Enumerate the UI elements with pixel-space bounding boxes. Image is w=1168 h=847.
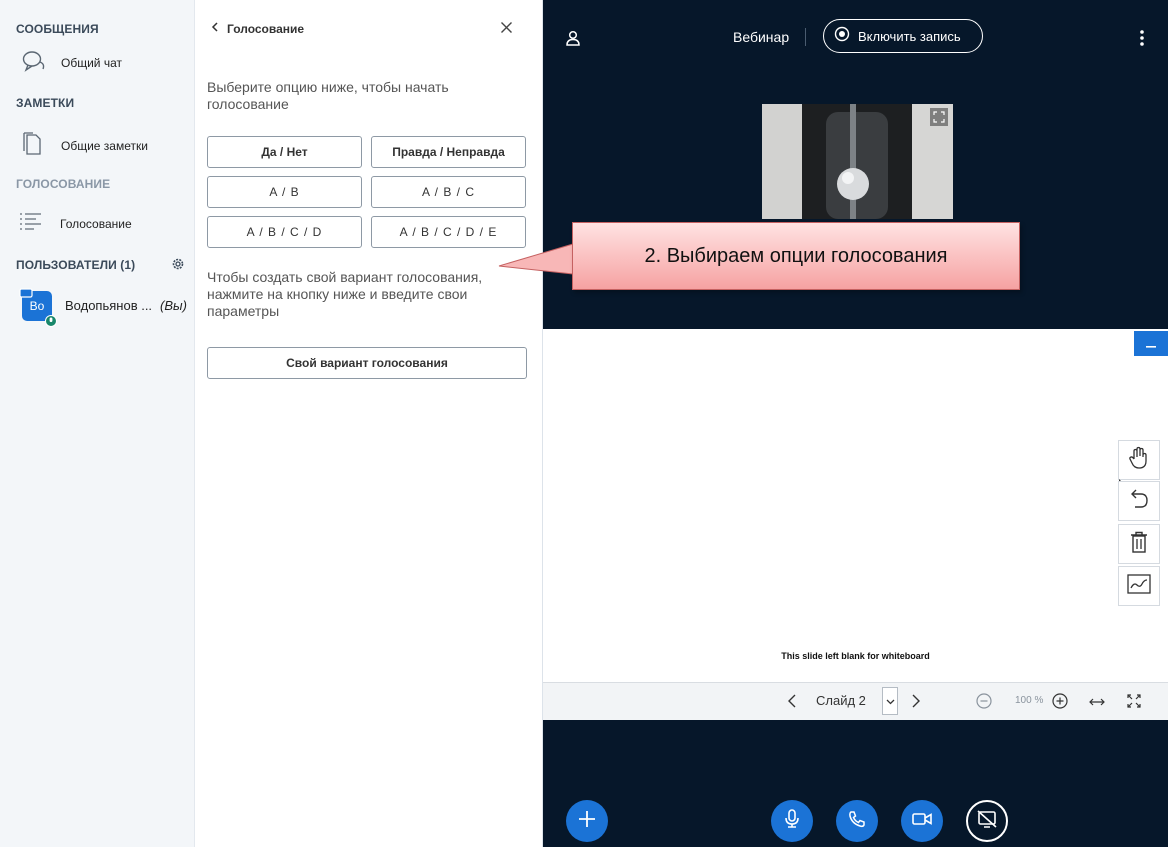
you-label: (Вы): [160, 298, 187, 313]
previous-slide-icon[interactable]: [787, 694, 797, 713]
polling-section-title: ГОЛОСОВАНИЕ: [16, 177, 111, 191]
presentation-toolbar: Слайд 2 100 %: [543, 682, 1168, 720]
multi-user-whiteboard-button[interactable]: [1118, 566, 1160, 606]
notes-section-title: ЗАМЕТКИ: [16, 96, 75, 110]
slide-selector-label[interactable]: Слайд 2: [816, 693, 866, 708]
sidebar-item-label: Голосование: [60, 216, 132, 231]
user-icon[interactable]: [565, 30, 581, 51]
phone-button[interactable]: [836, 800, 878, 842]
gear-icon[interactable]: [170, 256, 186, 277]
pan-tool-button[interactable]: [1118, 440, 1160, 486]
poll-option-abc[interactable]: A / B / C: [371, 176, 526, 208]
sidebar-item-shared-notes[interactable]: Общие заметки: [22, 132, 148, 159]
custom-poll-button[interactable]: Свой вариант голосования: [207, 347, 527, 379]
microphone-button[interactable]: [771, 800, 813, 842]
phone-icon: [848, 810, 866, 833]
callout-annotation: 2. Выбираем опции голосования: [572, 222, 1020, 290]
sidebar-item-label: Общие заметки: [61, 138, 148, 153]
blank-slide-text: This slide left blank for whiteboard: [781, 651, 930, 661]
sidebar-item-polling[interactable]: Голосование: [20, 212, 132, 235]
users-section-title: ПОЛЬЗОВАТЕЛИ (1): [16, 258, 136, 272]
poll-intro-text: Выберите опцию ниже, чтобы начать голосо…: [207, 79, 449, 112]
minus-icon: [1146, 335, 1156, 353]
webcam-video[interactable]: [762, 104, 953, 219]
chevron-down-icon: [886, 692, 895, 710]
camera-button[interactable]: [901, 800, 943, 842]
sidebar-item-label: Общий чат: [61, 55, 122, 70]
navbar: Вебинар Включить запись: [543, 0, 1168, 75]
callout-text: 2. Выбираем опции голосования: [644, 244, 948, 267]
chat-icon: [22, 50, 46, 75]
close-icon[interactable]: [500, 21, 513, 39]
poll-option-abcd[interactable]: A / B / C / D: [207, 216, 362, 248]
actions-plus-button[interactable]: [566, 800, 608, 842]
video-camera-icon: [912, 812, 932, 831]
zoom-level: 100 %: [1015, 695, 1044, 706]
chart-line-icon: [1127, 573, 1151, 599]
poll-header-title: Голосование: [227, 22, 305, 36]
user-name: Водопьянов ...: [65, 298, 153, 313]
poll-back-button[interactable]: Голосование: [209, 20, 304, 38]
navbar-divider: [805, 28, 806, 46]
poll-option-true-false[interactable]: Правда / Неправда: [371, 136, 526, 168]
plus-icon: [578, 810, 596, 833]
list-icon: [20, 212, 42, 235]
minimize-presentation-button[interactable]: [1134, 331, 1168, 356]
presenter-icon: [19, 287, 33, 305]
user-list-item[interactable]: Во Водопьянов ... (Вы): [19, 287, 197, 332]
sidebar-item-public-chat[interactable]: Общий чат: [22, 50, 122, 75]
fit-to-width-icon[interactable]: [1089, 695, 1105, 713]
zoom-out-icon[interactable]: [976, 693, 992, 714]
chevron-left-icon: [209, 20, 221, 38]
screen-share-off-icon: [977, 809, 997, 833]
screen-share-button[interactable]: [966, 800, 1008, 842]
meeting-title: Вебинар: [733, 29, 790, 45]
poll-panel: Голосование Выберите опцию ниже, чтобы н…: [195, 0, 543, 847]
undo-button[interactable]: [1118, 481, 1160, 521]
callout-pointer: [498, 243, 574, 275]
clear-all-button[interactable]: [1118, 524, 1160, 564]
more-options-icon[interactable]: [1139, 29, 1145, 52]
trash-icon: [1129, 531, 1149, 558]
fullscreen-icon[interactable]: [930, 108, 948, 126]
slide-dropdown[interactable]: [882, 687, 898, 715]
fullscreen-presentation-icon[interactable]: [1127, 694, 1141, 713]
messages-section-title: СООБЩЕНИЯ: [16, 22, 99, 36]
record-button[interactable]: Включить запись: [823, 19, 983, 53]
custom-poll-hint: Чтобы создать свой вариант голосования, …: [207, 269, 483, 319]
whiteboard[interactable]: This slide left blank for whiteboard: [543, 329, 1168, 682]
sidebar: СООБЩЕНИЯ Общий чат ЗАМЕТКИ Общие заметк…: [0, 0, 195, 847]
record-button-label: Включить запись: [858, 28, 961, 44]
document-icon: [22, 132, 42, 159]
poll-option-ab[interactable]: A / B: [207, 176, 362, 208]
zoom-in-icon[interactable]: [1052, 693, 1068, 714]
poll-option-yes-no[interactable]: Да / Нет: [207, 136, 362, 168]
next-slide-icon[interactable]: [911, 694, 921, 713]
microphone-icon: [784, 808, 800, 834]
microphone-status-icon: [45, 314, 57, 332]
record-icon: [834, 26, 850, 47]
webcam-image: [762, 104, 953, 219]
hand-icon: [1128, 446, 1150, 475]
undo-icon: [1128, 488, 1150, 515]
